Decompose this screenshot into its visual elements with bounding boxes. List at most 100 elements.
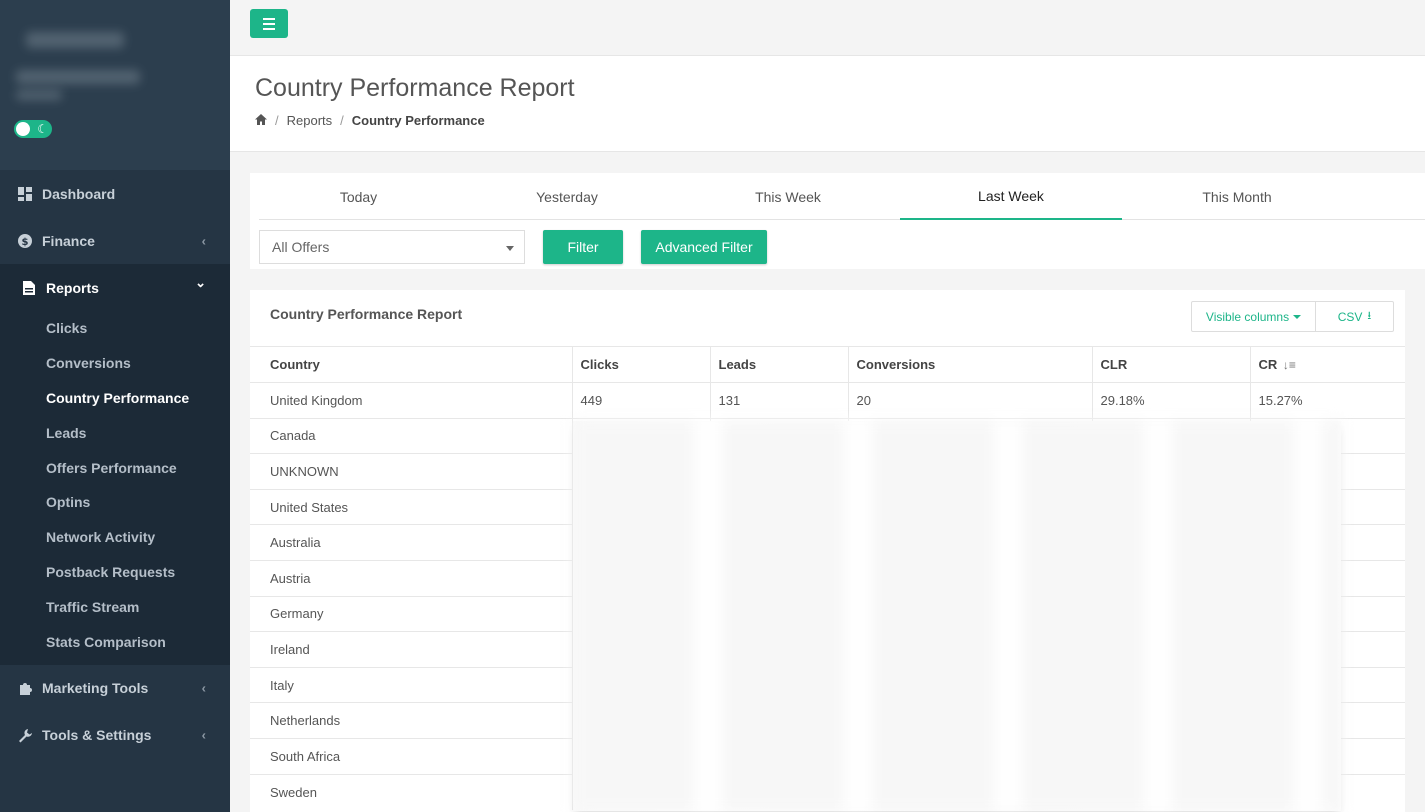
breadcrumb: / Reports / Country Performance	[255, 113, 485, 128]
offer-select[interactable]: All Offers	[259, 230, 525, 264]
report-title: Country Performance Report	[270, 306, 463, 322]
wrench-icon	[17, 727, 33, 743]
table-cell-country: Ireland	[250, 631, 572, 668]
filter-panel: Today Yesterday This Week Last Week This…	[250, 173, 1425, 269]
column-header-conversions[interactable]: Conversions	[847, 346, 1092, 383]
column-header-country[interactable]: Country	[250, 346, 572, 383]
sidebar-nav-bottom: Marketing Tools ‹ Tools & Settings ‹	[0, 665, 230, 759]
toggle-knob	[16, 122, 30, 136]
table-cell-country: Germany	[250, 595, 572, 632]
submenu-item-network-activity[interactable]: Network Activity	[0, 520, 230, 555]
column-header-clr[interactable]: CLR	[1091, 346, 1250, 383]
sidebar-item-finance[interactable]: $ Finance ‹	[0, 217, 230, 264]
dashboard-icon	[17, 186, 33, 202]
sidebar-profile: ☾	[0, 0, 230, 170]
sidebar-item-marketing-tools[interactable]: Marketing Tools ‹	[0, 665, 230, 712]
tab-this-month[interactable]: This Month	[1122, 173, 1352, 220]
report-panel: Country Performance Report Visible colum…	[250, 290, 1405, 812]
blurred-logo	[26, 32, 124, 48]
page-header: Country Performance Report / Reports / C…	[230, 56, 1425, 152]
tab-yesterday[interactable]: Yesterday	[458, 173, 676, 220]
sidebar-nav: Dashboard $ Finance ‹ Reports ⌄	[0, 170, 230, 311]
table-cell-country: United States	[250, 488, 572, 525]
submenu-item-traffic-stream[interactable]: Traffic Stream	[0, 589, 230, 624]
sidebar: ☾ Dashboard $ Finance ‹ Reports ⌄ Clicks…	[0, 0, 230, 812]
tab-this-week[interactable]: This Week	[676, 173, 900, 220]
submenu-item-country-performance[interactable]: Country Performance	[0, 381, 230, 416]
breadcrumb-reports[interactable]: Reports	[287, 113, 333, 128]
visible-columns-button[interactable]: Visible columns	[1192, 302, 1315, 331]
moon-icon: ☾	[37, 122, 48, 136]
chevron-left-icon: ‹	[201, 727, 206, 743]
csv-export-button[interactable]: CSV ⭳	[1315, 302, 1393, 331]
table-cell-country: Italy	[250, 666, 572, 703]
menu-toggle-button[interactable]	[250, 9, 288, 38]
hamburger-line	[263, 17, 275, 20]
tab-today[interactable]: Today	[259, 173, 458, 220]
advanced-filter-button[interactable]: Advanced Filter	[641, 230, 767, 264]
table-cell-conversions: 20	[847, 382, 1092, 419]
submenu-item-optins[interactable]: Optins	[0, 485, 230, 520]
sidebar-item-label: Marketing Tools	[42, 680, 149, 697]
report-toolbar: Visible columns CSV ⭳	[1191, 301, 1394, 332]
table-cell-country: Australia	[250, 524, 572, 561]
puzzle-icon	[17, 680, 33, 696]
table-cell-clr: 29.18%	[1091, 382, 1250, 419]
reports-submenu: Clicks Conversions Country Performance L…	[0, 311, 230, 665]
column-header-leads[interactable]: Leads	[709, 346, 848, 383]
breadcrumb-separator: /	[275, 113, 279, 128]
submenu-item-leads[interactable]: Leads	[0, 415, 230, 450]
column-header-cr[interactable]: CR ↓≡	[1249, 346, 1405, 383]
sidebar-item-reports[interactable]: Reports ⌄	[0, 264, 230, 311]
filter-button[interactable]: Filter	[543, 230, 623, 264]
sidebar-item-label: Finance	[42, 232, 95, 249]
download-icon: ⭳	[1367, 310, 1372, 322]
column-header-cr-label: CR	[1258, 357, 1278, 372]
sidebar-item-label: Reports	[46, 279, 99, 296]
caret-down-icon	[1293, 314, 1302, 319]
tab-last-week[interactable]: Last Week	[900, 173, 1122, 220]
sidebar-item-dashboard[interactable]: Dashboard	[0, 170, 230, 217]
submenu-item-postback-requests[interactable]: Postback Requests	[0, 555, 230, 590]
dollar-icon: $	[17, 233, 33, 249]
table-cell-country: Canada	[250, 417, 572, 454]
chevron-left-icon: ‹	[201, 233, 206, 248]
svg-text:$: $	[22, 237, 29, 248]
csv-label: CSV	[1337, 309, 1363, 324]
date-range-tabs: Today Yesterday This Week Last Week This…	[259, 173, 1425, 220]
table-cell-country: Sweden	[250, 773, 572, 810]
table-row: United Kingdom 449 131 20 29.18% 15.27%	[250, 382, 1405, 419]
sort-desc-icon: ↓≡	[1282, 358, 1296, 372]
table-cell-leads: 131	[709, 382, 848, 419]
blurred-data-region	[573, 421, 1341, 811]
dark-mode-toggle[interactable]: ☾	[14, 120, 52, 138]
chevron-left-icon: ‹	[201, 680, 206, 696]
file-icon	[21, 280, 37, 296]
breadcrumb-current: Country Performance	[351, 113, 485, 128]
submenu-item-conversions[interactable]: Conversions	[0, 346, 230, 381]
hamburger-line	[263, 27, 275, 30]
sidebar-item-label: Tools & Settings	[42, 727, 152, 744]
home-icon[interactable]	[255, 113, 267, 128]
table-cell-cr: 15.27%	[1249, 382, 1405, 419]
visible-columns-label: Visible columns	[1205, 309, 1290, 324]
blurred-username	[16, 70, 140, 84]
table-cell-country: Austria	[250, 559, 572, 597]
table-cell-clicks: 449	[571, 382, 710, 419]
sidebar-item-tools-settings[interactable]: Tools & Settings ‹	[0, 712, 230, 759]
top-bar	[230, 0, 1425, 56]
submenu-item-offers-performance[interactable]: Offers Performance	[0, 450, 230, 485]
blurred-role	[16, 90, 62, 100]
sidebar-item-label: Dashboard	[42, 185, 116, 202]
caret-down-icon	[506, 246, 514, 251]
submenu-item-stats-comparison[interactable]: Stats Comparison	[0, 624, 230, 659]
submenu-item-clicks[interactable]: Clicks	[0, 311, 230, 346]
column-header-clicks[interactable]: Clicks	[571, 346, 710, 383]
table-header-row: Country Clicks Leads Conversions CLR CR …	[250, 346, 1405, 383]
breadcrumb-separator: /	[340, 113, 344, 128]
table-cell-country: Netherlands	[250, 702, 572, 739]
offer-select-value: All Offers	[272, 239, 330, 255]
table-cell-country: South Africa	[250, 737, 572, 775]
hamburger-line	[263, 22, 275, 25]
page-title: Country Performance Report	[255, 74, 575, 102]
